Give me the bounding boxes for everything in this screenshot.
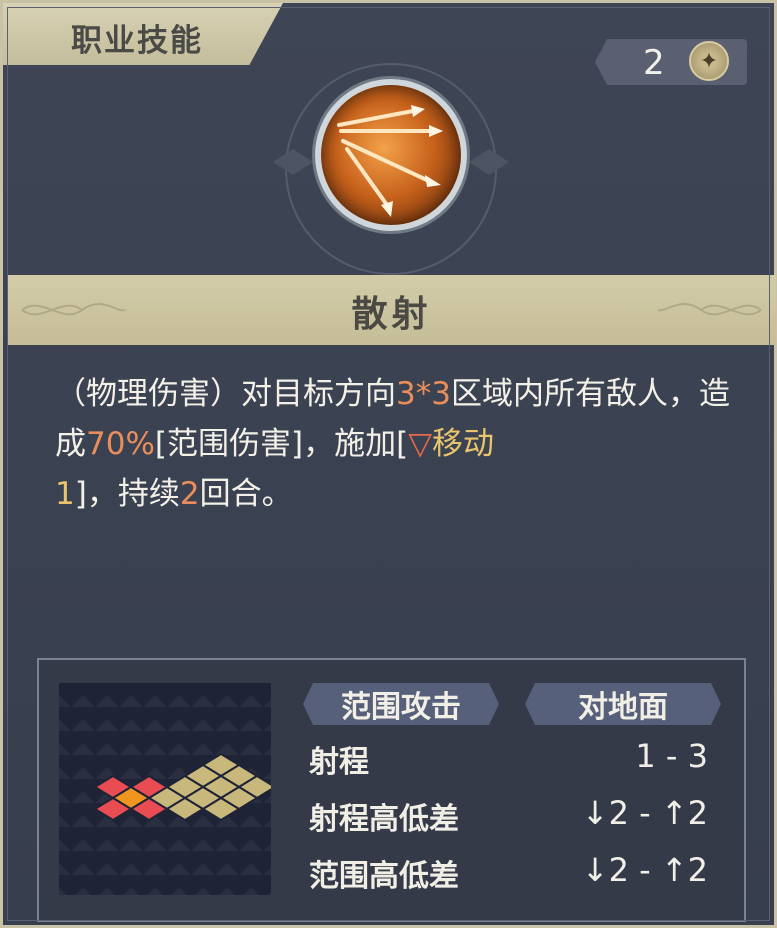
desc-text: [范围伤害]，施加[: [154, 426, 409, 462]
status-name[interactable]: 移动: [432, 426, 494, 462]
tag-target: 对地面: [525, 683, 721, 725]
tag-attack-type: 范围攻击: [303, 683, 499, 725]
status-level: 1: [55, 476, 75, 512]
desc-text: ]，持续: [74, 476, 180, 512]
desc-text: 回合。: [199, 476, 293, 512]
star-coin-icon: ✦: [689, 41, 729, 81]
range-grid-preview: [59, 683, 277, 895]
desc-area-size: 3*3: [396, 376, 451, 412]
header-title: 职业技能: [71, 23, 203, 59]
stat-value-area-height: ↓2 - ↑2: [582, 851, 708, 889]
cost-value: 2: [643, 43, 665, 83]
desc-text: （物理伤害）对目标方向: [55, 376, 396, 412]
skill-card: 职业技能 2 ✦ 散射 （物理伤害）对目标方向3*3区域内所有敌人，造成70%[…: [0, 0, 777, 928]
stat-value-text: ↓2 - ↑2: [581, 851, 708, 889]
desc-damage-percent: 70%: [86, 426, 155, 462]
stat-value-text: ↓2 - ↑2: [581, 794, 708, 832]
down-triangle-icon: ▽: [408, 426, 433, 462]
stat-label-area-height: 范围高低差: [309, 859, 459, 894]
skill-name: 散射: [351, 294, 432, 335]
skill-description: （物理伤害）对目标方向3*3区域内所有敌人，造成70%[范围伤害]，施加[▽移动…: [55, 369, 735, 519]
stat-label-range: 射程: [309, 745, 369, 780]
scatter-arrows-icon[interactable]: [315, 79, 467, 231]
desc-duration: 2: [179, 476, 200, 512]
stat-value-text: 1 - 3: [635, 737, 708, 775]
stat-label-range-height: 射程高低差: [309, 802, 459, 837]
stat-value-range-height: ↓2 - ↑2: [582, 794, 708, 832]
range-grid-icon: [93, 752, 277, 822]
stat-value-range: 1 - 3: [635, 737, 708, 775]
